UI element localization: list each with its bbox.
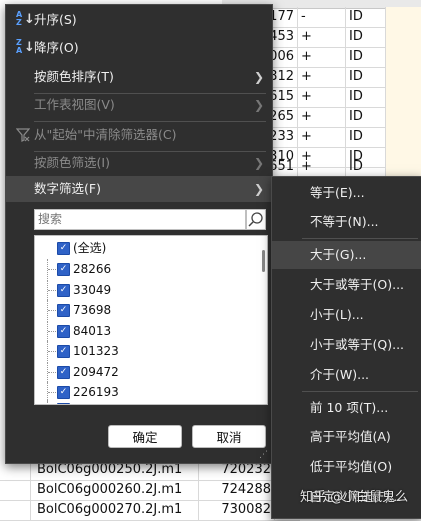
search-input[interactable] xyxy=(35,210,241,227)
search-icon xyxy=(248,212,263,227)
chevron-right-icon: ❯ xyxy=(253,156,264,170)
search-button[interactable] xyxy=(246,209,266,230)
clear-filter-item[interactable]: 从"起始"中清除筛选器(C) xyxy=(6,122,272,148)
submenu-item-less-or-equal[interactable]: 小于或等于(Q)... xyxy=(272,331,421,359)
list-item[interactable]: ✓409430 xyxy=(35,399,255,404)
chevron-right-icon: ❯ xyxy=(253,98,264,112)
sort-descending-icon: Z A ↓ xyxy=(16,38,35,56)
submenu-item-top-10[interactable]: 前 10 项(T)... xyxy=(272,394,421,422)
list-item[interactable]: ✓ (全选) xyxy=(35,238,255,258)
chevron-right-icon: ❯ xyxy=(253,182,264,196)
sort-ascending-item[interactable]: A Z ↓ 升序(S) xyxy=(6,7,272,33)
checkbox-checked[interactable]: ✓ xyxy=(57,304,70,317)
resize-grip-icon[interactable]: ⋰ xyxy=(259,450,268,460)
value-checklist[interactable]: ✓ (全选) ✓ 28266 ✓ 33049 ✓ 73698 ✓ 84013 ✓ 10132… xyxy=(34,235,268,405)
list-scrollbar[interactable] xyxy=(262,250,265,272)
checkbox-checked[interactable]: ✓ xyxy=(57,242,70,255)
submenu-item-between[interactable]: 介于(W)... xyxy=(272,361,421,389)
submenu-item-greater-or-equal[interactable]: 大于或等于(O)... xyxy=(272,271,421,299)
list-item[interactable]: ✓ 73698 xyxy=(35,300,255,320)
checkbox-checked[interactable]: ✓ xyxy=(57,366,70,379)
checkbox-checked[interactable]: ✓ xyxy=(57,284,70,297)
checkbox-checked[interactable]: ✓ xyxy=(57,263,70,276)
list-item[interactable]: ✓ 101323 xyxy=(35,341,255,361)
submenu-item-less-than[interactable]: 小于(L)... xyxy=(272,301,421,329)
filter-by-color-item[interactable]: 按颜色筛选(I) ❯ xyxy=(6,150,272,176)
submenu-item-below-average[interactable]: 低于平均值(O) xyxy=(272,453,421,481)
submenu-item-greater-than[interactable]: 大于(G)... xyxy=(272,241,421,269)
menu-divider xyxy=(302,238,418,239)
search-field[interactable] xyxy=(34,209,246,230)
submenu-item-not-equals[interactable]: 不等于(N)... xyxy=(272,208,421,236)
table-row[interactable]: BolC06g000260.2J.m1 724288 xyxy=(0,480,300,501)
filter-dropdown-menu: A Z ↓ 升序(S) Z A ↓ 降序(O) 按颜色排序(T) ❯ 工作表视图(V) … xyxy=(5,4,273,464)
number-filter-submenu: 等于(E)... 不等于(N)... 大于(G)... 大于或等于(O)... … xyxy=(271,176,421,519)
table-row[interactable]: BolC06g000270.2J.m1 730082 xyxy=(0,500,300,521)
sort-ascending-icon: A Z ↓ xyxy=(16,10,35,28)
checkbox-checked[interactable]: ✓ xyxy=(57,403,70,404)
clear-filter-icon xyxy=(16,128,30,142)
list-item[interactable]: ✓ 209472 xyxy=(35,362,255,382)
list-item[interactable]: ✓ 84013 xyxy=(35,321,255,341)
chevron-right-icon: ❯ xyxy=(253,70,264,84)
submenu-item-equals[interactable]: 等于(E)... xyxy=(272,179,421,207)
cancel-button[interactable]: 取消 xyxy=(192,425,266,448)
list-item[interactable]: ✓ 33049 xyxy=(35,280,255,300)
menu-divider xyxy=(302,391,418,392)
checkbox-checked[interactable]: ✓ xyxy=(57,325,70,338)
submenu-item-above-average[interactable]: 高于平均值(A) xyxy=(272,423,421,451)
sort-by-color-item[interactable]: 按颜色排序(T) ❯ xyxy=(6,64,272,90)
list-item[interactable]: ✓ 28266 xyxy=(35,259,255,279)
number-filter-item[interactable]: 数字筛选(F) ❯ xyxy=(6,176,272,202)
watermark: 知乎 @小白鼠鬼么 xyxy=(300,490,409,505)
checkbox-checked[interactable]: ✓ xyxy=(57,345,70,358)
sheet-view-item[interactable]: 工作表视图(V) ❯ xyxy=(6,92,272,118)
sort-descending-item[interactable]: Z A ↓ 降序(O) xyxy=(6,35,272,61)
ok-button[interactable]: 确定 xyxy=(108,425,182,448)
checkbox-checked[interactable]: ✓ xyxy=(57,386,70,399)
